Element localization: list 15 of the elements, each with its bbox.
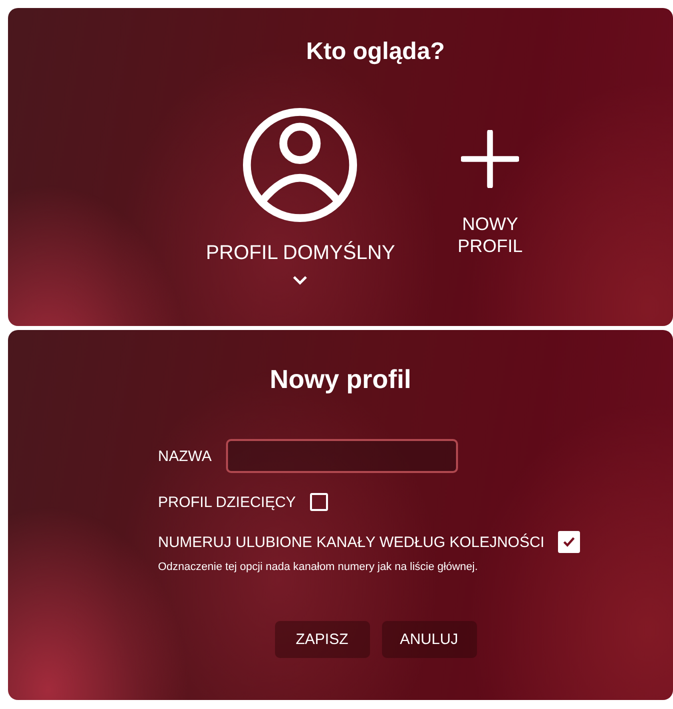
option-label: NUMERUJ ULUBIONE KANAŁY WEDŁUG KOLEJNOŚCI	[158, 534, 544, 550]
screen-title: Kto ogląda?	[306, 38, 445, 66]
field-label: NAZWA	[158, 448, 212, 464]
plus-icon	[461, 130, 520, 188]
profile-button[interactable]: PROFIL DOMYŚLNY	[206, 106, 396, 285]
name-input-field[interactable]	[226, 439, 458, 473]
dialog-button[interactable]: ANULUJ	[382, 621, 476, 658]
option-label: PROFIL DZIECIĘCY	[158, 494, 296, 510]
dialog-title: Nowy profil	[270, 364, 412, 395]
checkbox[interactable]	[310, 493, 328, 511]
new-profile-button[interactable]: NOWY PROFIL	[445, 130, 536, 258]
checkbox[interactable]	[558, 531, 580, 553]
hint-text: Odznaczenie tej opcji nada kanałom numery jak na liście głównej.	[158, 561, 479, 573]
user-avatar-icon	[241, 106, 360, 224]
dialog-button[interactable]: ZAPISZ	[274, 621, 370, 658]
